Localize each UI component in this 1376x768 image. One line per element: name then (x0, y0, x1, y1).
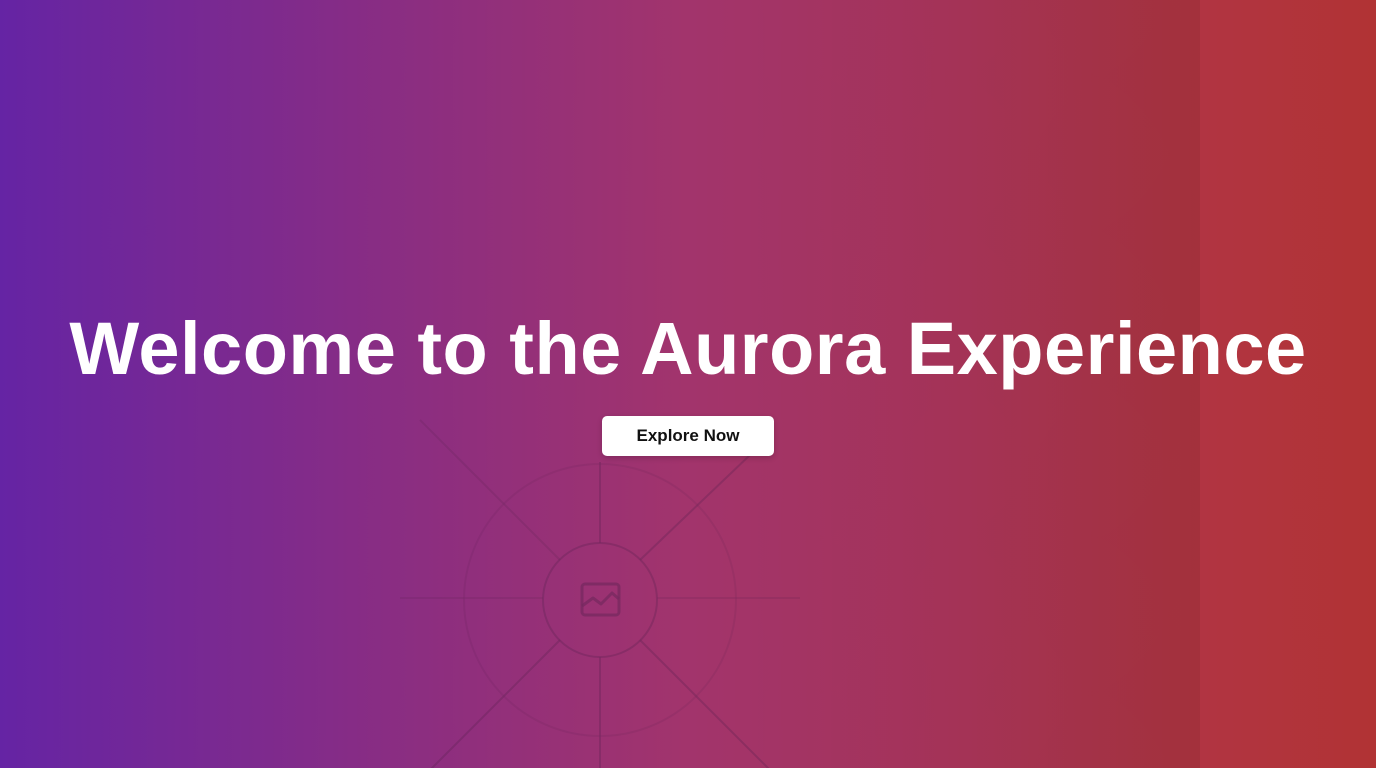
hero-section: Welcome to the Aurora Experience Explore… (0, 0, 1376, 768)
explore-now-button[interactable]: Explore Now (602, 416, 774, 456)
hero-headline: Welcome to the Aurora Experience (69, 307, 1307, 390)
